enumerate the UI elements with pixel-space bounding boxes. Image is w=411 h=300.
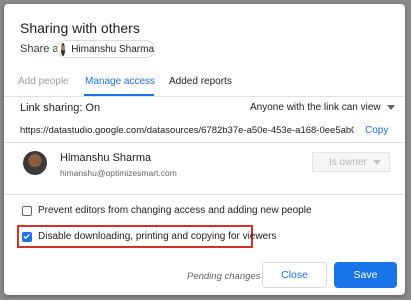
owner-name: Himanshu Sharma: [60, 152, 152, 164]
disable-downloading-label: Disable downloading, printing and copyin…: [38, 231, 277, 242]
tab-added-reports[interactable]: Added reports: [169, 76, 232, 87]
prevent-editors-checkbox[interactable]: [22, 205, 32, 216]
owner-role-value: Is owner: [329, 156, 367, 168]
link-access-dropdown[interactable]: Anyone with the link can view: [250, 102, 395, 113]
tab-manage-access[interactable]: Manage access: [85, 76, 155, 87]
user-avatar-icon: [61, 42, 66, 56]
close-button[interactable]: Close: [262, 262, 327, 288]
copy-link-button[interactable]: Copy: [365, 125, 388, 136]
owner-role-select: Is owner: [312, 152, 390, 172]
divider: [4, 194, 405, 195]
dialog-title: Sharing with others: [20, 20, 140, 36]
disable-downloading-option[interactable]: Disable downloading, printing and copyin…: [22, 231, 276, 242]
prevent-editors-option[interactable]: Prevent editors from changing access and…: [22, 205, 312, 216]
save-button[interactable]: Save: [334, 262, 397, 288]
owner-email: himanshu@optimizesmart.com: [60, 168, 177, 178]
share-as-user-name: Himanshu Sharma: [71, 43, 154, 55]
divider: [4, 142, 405, 143]
disable-downloading-checkbox[interactable]: [22, 231, 32, 242]
share-link-url[interactable]: https://datastudio.google.com/datasource…: [20, 125, 354, 136]
owner-avatar: [23, 151, 47, 175]
chevron-down-icon: [386, 104, 395, 110]
tab-add-people[interactable]: Add people: [18, 76, 69, 87]
prevent-editors-label: Prevent editors from changing access and…: [38, 205, 312, 216]
link-sharing-status: Link sharing: On: [20, 102, 101, 114]
link-access-value: Anyone with the link can view: [250, 102, 381, 113]
tab-bar: Add people Manage access Added reports: [4, 72, 405, 97]
share-as-user-chip[interactable]: Himanshu Sharma: [57, 40, 155, 58]
sharing-dialog: Sharing with others Share as Himanshu Sh…: [4, 4, 405, 295]
pending-changes-text: Pending changes: [187, 271, 261, 282]
checkmark-icon: [23, 233, 30, 239]
chevron-down-icon: [373, 160, 381, 165]
active-tab-indicator: [84, 94, 154, 96]
